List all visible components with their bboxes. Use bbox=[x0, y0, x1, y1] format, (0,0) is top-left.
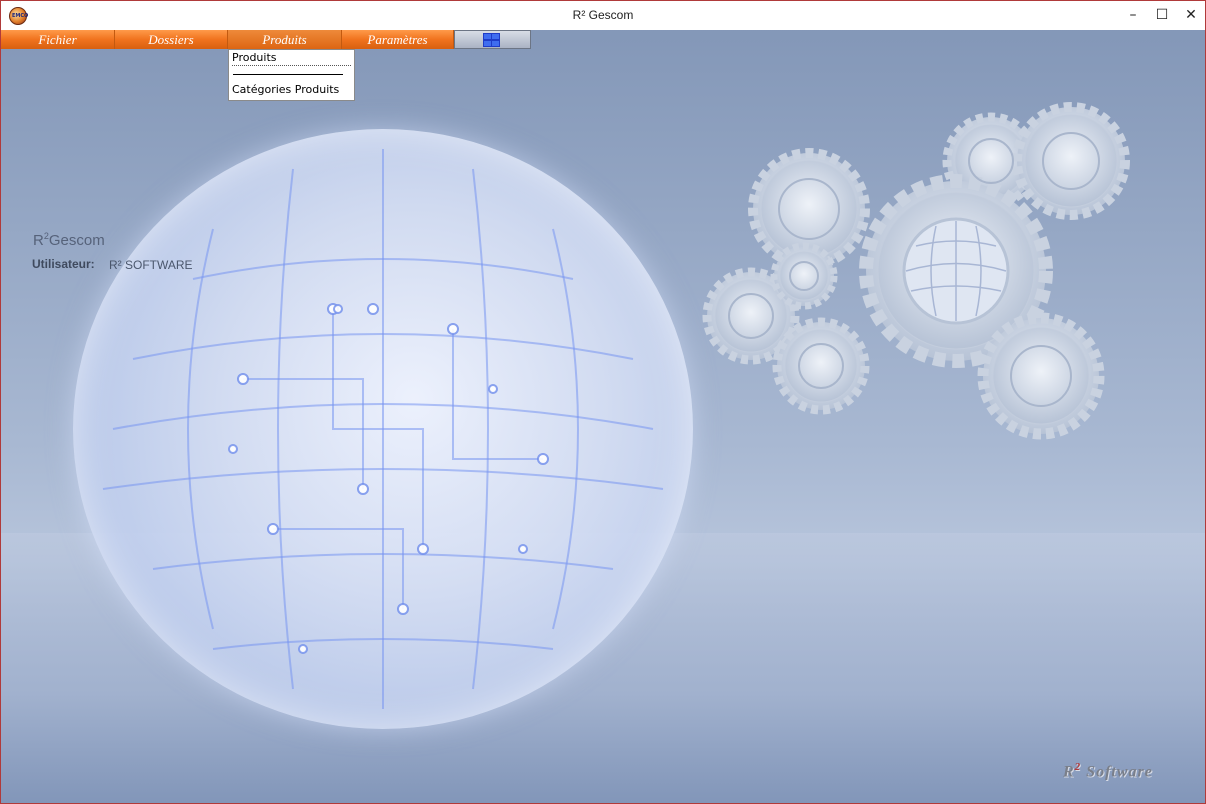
menu-parametres[interactable]: Paramètres bbox=[342, 30, 454, 49]
app-name-label: R2Gescom bbox=[33, 231, 105, 249]
background-gears-graphic bbox=[702, 102, 1130, 440]
menu-bar: Fichier Dossiers Produits Paramètres bbox=[1, 30, 1205, 50]
title-bar[interactable]: EMCO R² Gescom – ☐ ✕ bbox=[1, 1, 1205, 30]
produits-dropdown-menu: Produits Catégories Produits bbox=[228, 49, 355, 101]
close-button[interactable]: ✕ bbox=[1176, 1, 1205, 30]
circuit-globe-graphic bbox=[102, 149, 664, 709]
brand-logo: R2 Software bbox=[1063, 761, 1153, 781]
user-value: R² SOFTWARE bbox=[109, 258, 193, 272]
dropdown-item-produits[interactable]: Produits bbox=[232, 51, 277, 64]
window-title: R² Gescom bbox=[572, 8, 634, 22]
windows-grid-icon bbox=[483, 33, 500, 47]
dropdown-separator bbox=[232, 65, 351, 66]
background-globe-image bbox=[73, 129, 693, 729]
main-window: EMCO R² Gescom – ☐ ✕ Fichier Dossiers Pr… bbox=[0, 0, 1206, 804]
minimize-button[interactable]: – bbox=[1118, 1, 1148, 30]
menu-fichier[interactable]: Fichier bbox=[1, 30, 115, 49]
dropdown-separator bbox=[233, 74, 343, 75]
menu-produits[interactable]: Produits bbox=[228, 30, 342, 49]
maximize-button[interactable]: ☐ bbox=[1147, 1, 1177, 30]
menu-dossiers[interactable]: Dossiers bbox=[115, 30, 228, 49]
user-label: Utilisateur: bbox=[32, 257, 95, 271]
dropdown-item-categories-produits[interactable]: Catégories Produits bbox=[232, 83, 339, 96]
windows-grid-button[interactable] bbox=[454, 30, 531, 49]
